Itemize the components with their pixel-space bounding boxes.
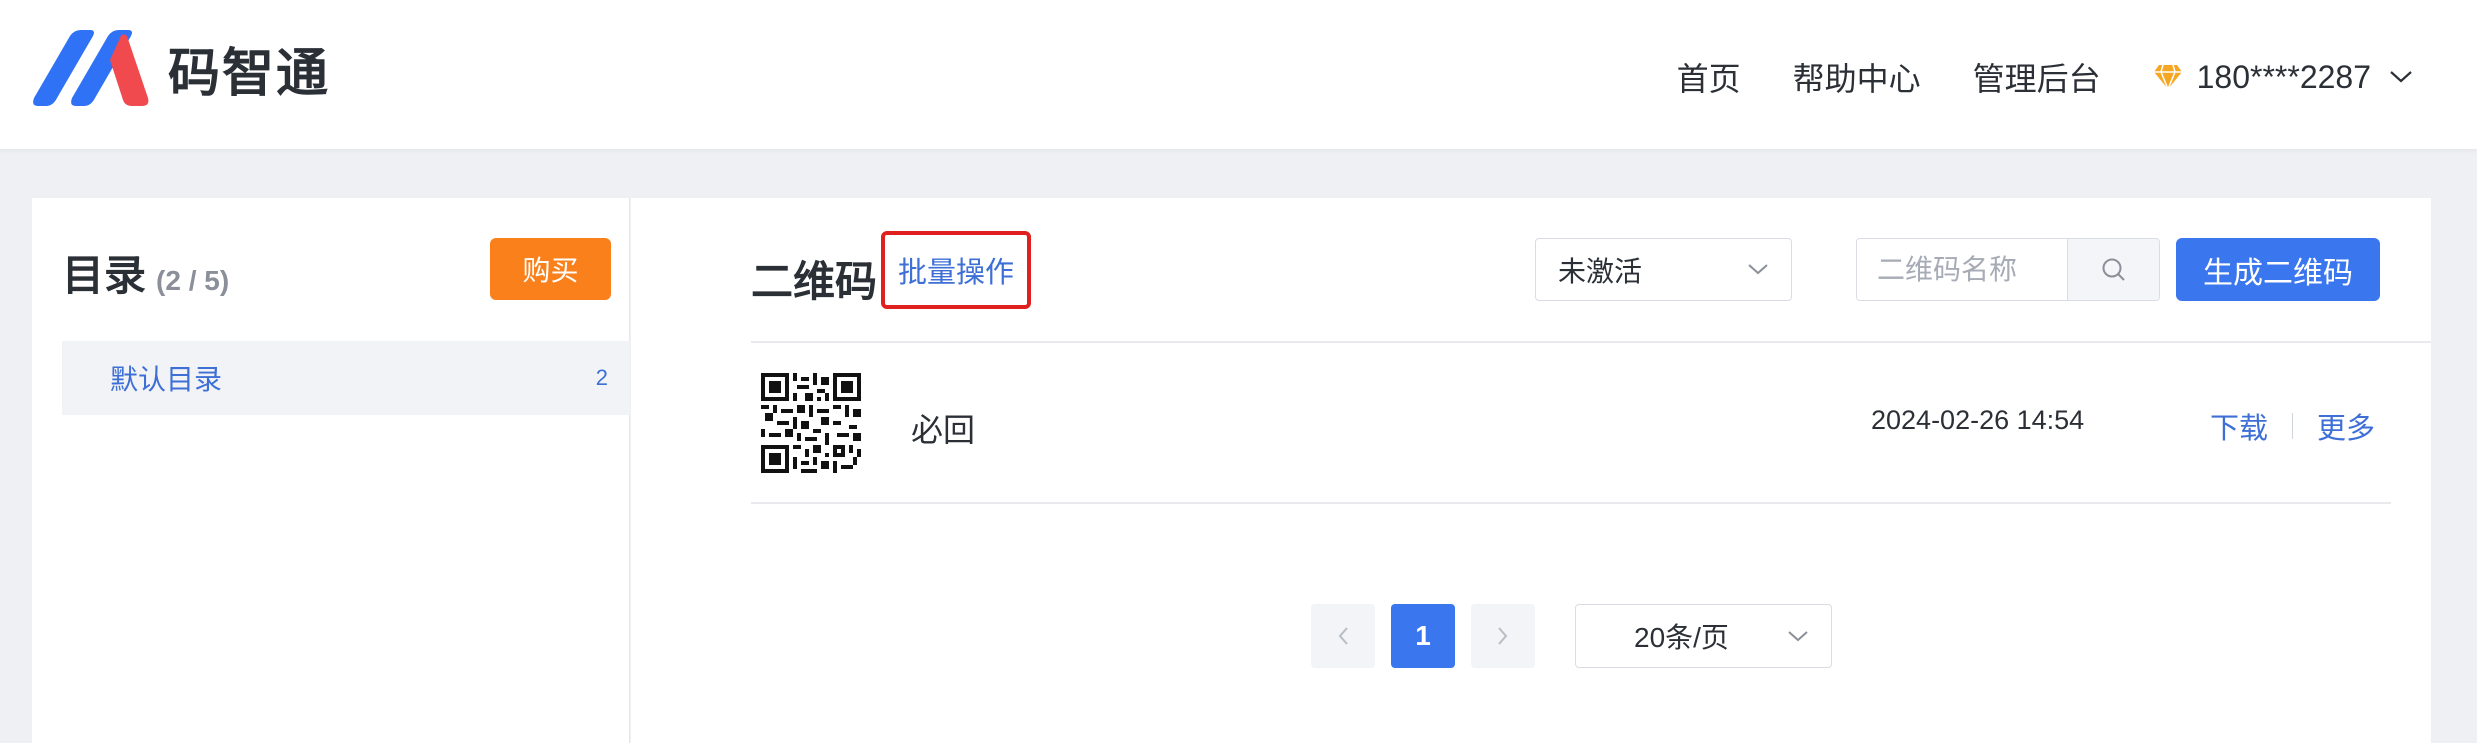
qrcode-panel: 二维码 批量操作 未激活 生成二维码 (631, 198, 2431, 743)
qrcode-thumbnail[interactable] (761, 373, 861, 473)
chevron-down-icon (1788, 630, 1808, 641)
logo-mark-icon (33, 30, 149, 106)
directory-item-count: 2 (595, 365, 608, 390)
top-nav: 首页 帮助中心 管理后台 180****2287 (1625, 48, 2413, 106)
nav-help-center[interactable]: 帮助中心 (1793, 54, 1921, 100)
status-filter-value: 未激活 (1558, 255, 1643, 287)
chevron-left-icon (1338, 627, 1348, 645)
buy-button[interactable]: 购买 (490, 238, 611, 300)
page-size-select[interactable]: 20条/页 (1575, 604, 1832, 668)
chevron-right-icon (1498, 627, 1508, 645)
row-actions: 下载 更多 (2210, 405, 2375, 447)
more-link[interactable]: 更多 (2317, 405, 2375, 447)
directory-label: 默认目录 (110, 364, 223, 395)
sidebar-title: 目录 (2 / 5) (62, 242, 229, 303)
status-filter-select[interactable]: 未激活 (1535, 238, 1792, 301)
qrcode-name: 必回 (911, 412, 976, 448)
vip-gem-icon (2153, 64, 2182, 90)
action-divider (2292, 413, 2294, 439)
sidebar-item-default-directory[interactable]: 默认目录 2 (62, 341, 630, 415)
search-button[interactable] (2067, 239, 2159, 300)
page-title: 二维码 (751, 258, 878, 305)
page-number-button[interactable]: 1 (1391, 604, 1455, 668)
directory-count: (2 / 5) (156, 265, 230, 296)
chevron-down-icon (1748, 264, 1768, 275)
user-phone: 180****2287 (2196, 58, 2371, 95)
batch-operation-link[interactable]: 批量操作 (881, 231, 1031, 309)
search-input[interactable] (1857, 239, 2067, 300)
download-link[interactable]: 下载 (2210, 405, 2268, 447)
nav-admin[interactable]: 管理后台 (1973, 54, 2101, 100)
sidebar-title-text: 目录 (62, 252, 147, 299)
qrcode-created-time: 2024-02-26 14:54 (1871, 405, 2085, 435)
search-icon (2102, 258, 2125, 281)
prev-page-button[interactable] (1311, 604, 1375, 668)
directory-sidebar: 目录 (2 / 5) 购买 默认目录 2 (32, 198, 630, 743)
top-header: 码智通 首页 帮助中心 管理后台 180****2287 (0, 0, 2477, 150)
chevron-down-icon (2390, 71, 2412, 83)
brand-logo[interactable]: 码智通 (32, 30, 330, 106)
nav-home[interactable]: 首页 (1677, 54, 1741, 100)
search-box (1856, 238, 2160, 301)
table-row[interactable]: 必回 2024-02-26 14:54 下载 更多 (751, 343, 2391, 504)
user-menu[interactable]: 180****2287 (2153, 59, 2413, 96)
brand-name: 码智通 (168, 44, 331, 103)
page-size-value: 20条/页 (1634, 622, 1729, 653)
generate-qrcode-button[interactable]: 生成二维码 (2176, 238, 2380, 301)
next-page-button[interactable] (1471, 604, 1535, 668)
